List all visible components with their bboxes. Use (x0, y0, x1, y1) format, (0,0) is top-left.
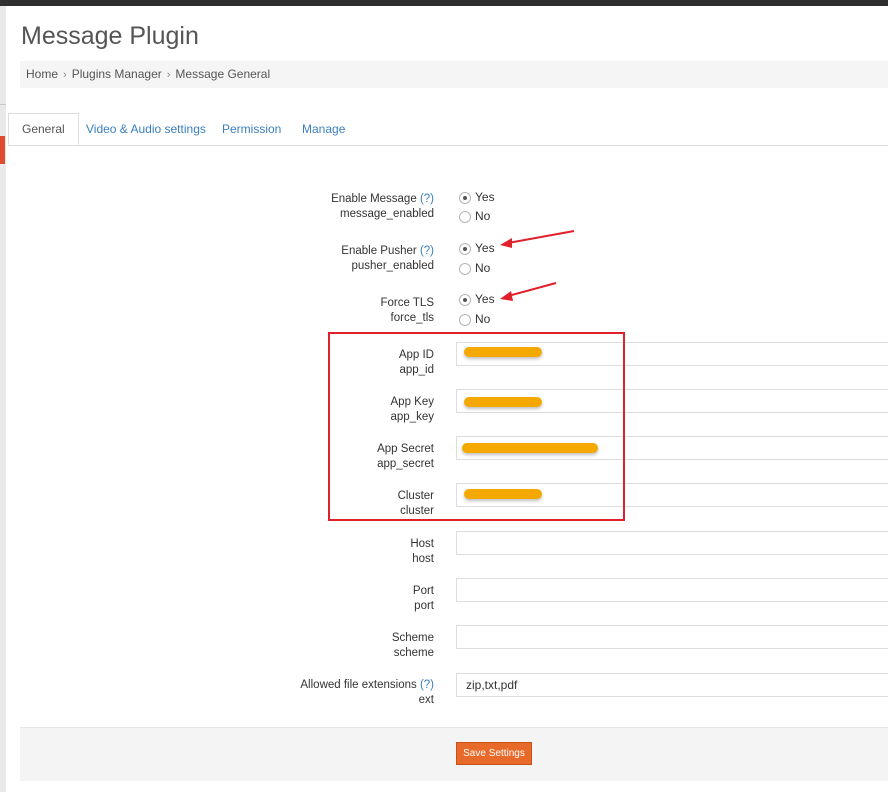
arrow-icon (500, 282, 557, 301)
enable-message-no-option[interactable]: No (459, 208, 490, 224)
enable-message-label: Enable Message (?) message_enabled (331, 193, 434, 220)
host-input[interactable] (456, 531, 888, 555)
host-key: host (412, 553, 434, 565)
enable-pusher-help[interactable]: (?) (420, 245, 434, 257)
tab-general[interactable]: General (8, 113, 79, 145)
enable-message-yes-option[interactable]: Yes (459, 189, 495, 205)
port-key: port (414, 600, 434, 612)
breadcrumb: Home › Plugins Manager › Message General (20, 61, 888, 88)
ext-label: Allowed file extensions (?) ext (300, 679, 434, 706)
scheme-label: Scheme scheme (391, 632, 434, 659)
enable-message-key: message_enabled (340, 208, 434, 220)
left-divider (0, 104, 6, 105)
tab-video-audio-settings[interactable]: Video & Audio settings (73, 113, 219, 145)
force-tls-no-option[interactable]: No (459, 311, 490, 327)
tab-manage[interactable]: Manage (289, 113, 358, 145)
tab-divider (8, 145, 888, 146)
force-tls-key: force_tls (390, 312, 434, 324)
host-label: Host host (410, 538, 434, 565)
scheme-key: scheme (393, 647, 434, 659)
ext-help[interactable]: (?) (420, 679, 434, 691)
enable-message-help[interactable]: (?) (420, 193, 434, 205)
enable-pusher-label: Enable Pusher (?) pusher_enabled (341, 245, 435, 272)
form-footer (20, 727, 888, 781)
arrow-icon (500, 230, 575, 248)
radio-unchecked[interactable] (459, 313, 471, 326)
breadcrumb-message-general: Message General (175, 67, 271, 81)
port-label: Port port (412, 585, 434, 612)
annotation-highlight-box (328, 332, 625, 521)
radio-unchecked[interactable] (459, 262, 471, 275)
tab-permission[interactable]: Permission (209, 113, 294, 145)
top-bar (0, 0, 888, 6)
save-settings-button[interactable]: Save Settings (456, 742, 532, 765)
enable-pusher-no-option[interactable]: No (459, 260, 490, 276)
left-edge (0, 6, 6, 792)
tab-bar: General Video & Audio settings Permissio… (8, 113, 888, 145)
breadcrumb-home[interactable]: Home (26, 61, 58, 88)
chevron-right-icon: › (166, 69, 171, 81)
ext-input[interactable]: zip,txt,pdf (456, 673, 888, 697)
chevron-right-icon: › (63, 69, 67, 81)
enable-pusher-key: pusher_enabled (351, 260, 435, 272)
enable-pusher-yes-option[interactable]: Yes (459, 240, 495, 256)
radio-unchecked[interactable] (459, 210, 471, 223)
radio-checked[interactable] (459, 293, 471, 306)
scheme-input[interactable] (456, 625, 888, 649)
radio-checked[interactable] (459, 191, 471, 204)
port-input[interactable] (456, 578, 888, 602)
radio-checked[interactable] (459, 242, 471, 255)
page-title: Message Plugin (21, 22, 199, 50)
left-active-indicator (0, 136, 5, 164)
ext-key: ext (418, 694, 434, 706)
force-tls-yes-option[interactable]: Yes (459, 291, 495, 307)
force-tls-label: Force TLS force_tls (380, 297, 434, 324)
breadcrumb-plugins-manager[interactable]: Plugins Manager (72, 61, 162, 88)
